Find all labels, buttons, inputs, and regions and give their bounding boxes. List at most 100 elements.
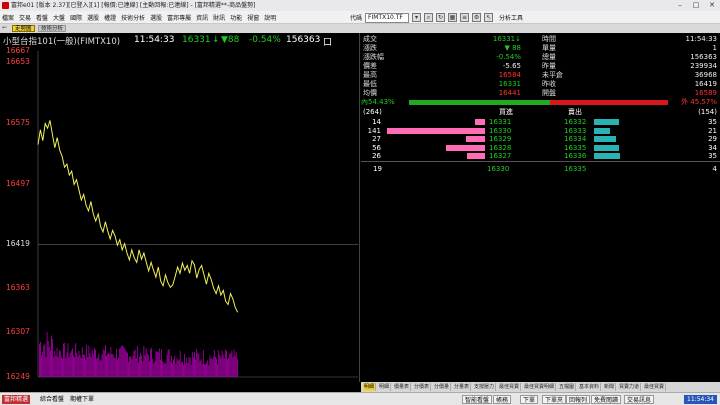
volume-bar (132, 355, 134, 377)
bottom-tab[interactable]: 新聞 (603, 383, 617, 391)
volume-bar (231, 350, 233, 377)
menu-item[interactable]: 國際 (70, 13, 82, 22)
bid-price[interactable]: 16327 (489, 152, 511, 160)
in-out-ratio-bar: 內54.43% 外 45.57% (361, 98, 720, 106)
list-icon[interactable]: ≡ (460, 13, 470, 22)
volume-bar (63, 343, 64, 377)
status-button[interactable]: 智能看盤 (462, 395, 493, 404)
menu-item[interactable]: 富邦專屬 (167, 13, 191, 22)
bottom-tab[interactable]: 分價表 (413, 383, 432, 391)
menu-item[interactable]: 選股 (87, 13, 99, 22)
trend-chart[interactable]: 小型台指101(一般)(FIMTX10) 11:54:33 16331 ↓ ▼8… (0, 33, 360, 390)
volume-bar (222, 354, 224, 377)
menu-item[interactable]: 權證 (104, 13, 116, 22)
volume-bar (59, 351, 61, 377)
status-button[interactable]: 交易訊息 (624, 395, 655, 404)
ask-price[interactable]: 16332 (564, 118, 586, 126)
status-button[interactable]: 下單夾 (542, 395, 567, 404)
menu-item[interactable]: 說明 (264, 13, 276, 22)
price-line-chart (37, 51, 358, 378)
bottom-tab[interactable]: 分量表 (453, 383, 472, 391)
ask-price[interactable]: 16336 (564, 152, 586, 160)
orderbook-row[interactable]: 14 16331 16332 35 (361, 118, 720, 126)
volume-bar (56, 347, 58, 377)
cursor-icon[interactable]: ↖ (484, 13, 494, 22)
refresh-icon[interactable]: ↻ (436, 13, 446, 22)
bottom-tab[interactable]: 五檔圖 (558, 383, 577, 391)
ask-price[interactable]: 16334 (564, 135, 586, 143)
volume-bar (163, 363, 165, 377)
bottom-tab[interactable]: 最佳買賣 (498, 383, 522, 391)
status-tab-fubon-select[interactable]: 富邦精選 (2, 395, 31, 404)
volume-bar (46, 332, 48, 377)
menu-item[interactable]: 選股 (150, 13, 162, 22)
bottom-tab[interactable]: 支撐壓力 (473, 383, 497, 391)
status-tab-order[interactable]: 期權下單 (68, 395, 96, 404)
dropdown-arrow-icon[interactable]: ▾ (412, 13, 422, 22)
ask-volume-bar (594, 153, 620, 159)
settings-icon[interactable]: ⚙ (472, 13, 482, 22)
volume-bar (167, 349, 169, 377)
bottom-tab[interactable]: 價量表 (393, 383, 412, 391)
minimize-icon[interactable]: – (672, 0, 688, 11)
menu-item[interactable]: 功能 (230, 13, 242, 22)
maximize-icon[interactable]: □ (688, 0, 704, 11)
pin-icon[interactable]: ↩ (2, 24, 7, 33)
symbol-code-input[interactable]: FIMTX10.TF (365, 12, 410, 23)
status-button[interactable]: 免費閱讀 (591, 395, 622, 404)
orderbook-row[interactable]: 27 16329 16334 29 (361, 135, 720, 143)
close-icon[interactable]: ✕ (704, 0, 720, 11)
status-button[interactable]: 回報列 (566, 395, 591, 404)
bid-price[interactable]: 16330 (489, 127, 511, 135)
bottom-tab[interactable]: 分價量 (433, 383, 452, 391)
volume-bar (116, 349, 117, 377)
volume-bar (58, 350, 60, 377)
ask-price[interactable]: 16335 (564, 144, 586, 152)
bid-price[interactable]: 16329 (489, 135, 511, 143)
menu-item[interactable]: 資訊 (196, 13, 208, 22)
orderbook-row[interactable]: 26 16327 16336 35 (361, 152, 720, 160)
bid-label: 買進 (499, 108, 513, 116)
quote-value: ▼ 88 (504, 44, 521, 52)
orderbook-row[interactable]: 141 16330 16333 21 (361, 127, 720, 135)
bottom-tab[interactable]: 基本資料 (578, 383, 602, 391)
bottom-tab[interactable]: 明細 (363, 383, 377, 391)
ask-price[interactable]: 16333 (564, 127, 586, 135)
volume-bar (176, 358, 178, 377)
status-tab-overview[interactable]: 綜合看盤 (38, 395, 66, 404)
bottom-tab[interactable]: 明細 (378, 383, 392, 391)
volume-bar (61, 356, 62, 377)
menu-item[interactable]: 看盤 (36, 13, 48, 22)
bottom-tab[interactable]: 買賣力道 (618, 383, 642, 391)
tab-technical-analysis[interactable]: 技術分析 (38, 25, 67, 32)
bid-price[interactable]: 16331 (489, 118, 511, 126)
tab-trend-chart[interactable]: 走勢圖 (12, 25, 35, 32)
volume-bar (186, 357, 188, 377)
menu-bar: 檔案 交易 看盤 大盤 國際 選股 權證 技術分析 選股 富邦專屬 資訊 財訊 功能 視窗 說明 代碼 FI… (0, 11, 720, 24)
grid-icon[interactable]: ▦ (448, 13, 458, 22)
bottom-tab[interactable]: 最佳買賣 (643, 383, 667, 391)
status-button[interactable]: 帳務 (493, 395, 512, 404)
volume-bar (64, 343, 66, 377)
menu-item[interactable]: 大盤 (53, 13, 65, 22)
menu-item[interactable]: 技術分析 (121, 13, 145, 22)
menu-item[interactable]: 交易 (19, 13, 31, 22)
status-button[interactable]: 下單 (520, 395, 539, 404)
volume-bar (80, 358, 82, 377)
quote-value: 16331 (498, 80, 521, 88)
volume-bar (45, 356, 47, 377)
volume-bar (73, 355, 74, 377)
quote-value: 1 (712, 44, 717, 52)
menu-item[interactable]: 財訊 (213, 13, 225, 22)
bid-price[interactable]: 16328 (489, 144, 511, 152)
volume-bar (144, 355, 146, 377)
volume-bar (215, 356, 216, 377)
menu-item[interactable]: 檔案 (2, 13, 14, 22)
search-icon[interactable]: ⌕ (424, 13, 434, 22)
analysis-tools-menu[interactable]: 分析工具 (499, 13, 523, 22)
orderbook-row[interactable]: 56 16328 16335 34 (361, 144, 720, 152)
bottom-tab[interactable]: 最佳買賣明細 (523, 383, 557, 391)
quote-value: 16419 (694, 80, 717, 88)
menu-item[interactable]: 視窗 (247, 13, 259, 22)
volume-bar (189, 357, 191, 377)
